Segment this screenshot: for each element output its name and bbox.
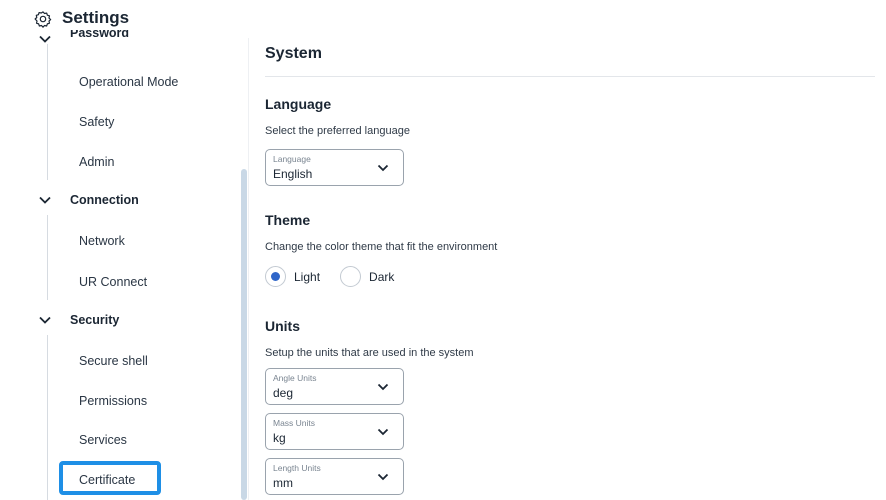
mass-units-value: kg	[273, 431, 286, 445]
sidebar-tree-line	[47, 44, 48, 180]
chevron-down-icon	[377, 473, 389, 481]
length-units-label: Length Units	[273, 463, 321, 473]
chevron-down-icon	[377, 164, 389, 172]
sidebar-group-label: Security	[70, 313, 120, 327]
sidebar-item-certificate[interactable]: Certificate	[59, 461, 161, 495]
system-settings-panel: System Language Select the preferred lan…	[265, 38, 875, 500]
sidebar-item-permissions[interactable]: Permissions	[79, 394, 147, 408]
settings-sidebar: Password Operational Mode Safety Admin C…	[0, 30, 250, 500]
chevron-down-icon	[377, 428, 389, 436]
section-title: System	[265, 45, 322, 62]
theme-dark-label[interactable]: Dark	[369, 270, 394, 284]
panel-divider	[248, 38, 249, 500]
sidebar-item-network[interactable]: Network	[79, 234, 125, 248]
sidebar-item-services[interactable]: Services	[79, 433, 127, 447]
theme-radio-group: Light Dark	[265, 266, 414, 287]
mass-units-select[interactable]: Mass Units kg	[265, 413, 404, 450]
language-heading: Language	[265, 96, 332, 112]
sidebar-tree-line	[47, 215, 48, 300]
theme-light-label[interactable]: Light	[294, 270, 320, 284]
chevron-down-icon	[39, 35, 51, 43]
sidebar-item-secure-shell[interactable]: Secure shell	[79, 354, 148, 368]
angle-units-value: deg	[273, 386, 294, 400]
language-select-label: Language	[273, 154, 311, 164]
language-select-value: English	[273, 167, 313, 181]
sidebar-item-admin[interactable]: Admin	[79, 155, 114, 169]
theme-dark-radio[interactable]	[340, 266, 362, 287]
chevron-down-icon	[39, 316, 51, 324]
sidebar-scrollbar[interactable]	[241, 169, 247, 500]
chevron-down-icon	[39, 196, 51, 204]
units-description: Setup the units that are used in the sys…	[265, 347, 474, 359]
sidebar-item-operational-mode[interactable]: Operational Mode	[79, 75, 178, 89]
sidebar-group-security[interactable]: Security	[38, 313, 119, 327]
page-title: Settings	[62, 8, 130, 27]
angle-units-select[interactable]: Angle Units deg	[265, 368, 404, 405]
theme-heading: Theme	[265, 212, 311, 228]
language-select[interactable]: Language English	[265, 149, 404, 186]
sidebar-group-password[interactable]: Password	[38, 30, 130, 46]
theme-description: Change the color theme that fit the envi…	[265, 241, 498, 253]
length-units-value: mm	[273, 476, 293, 490]
section-divider	[265, 76, 875, 77]
gear-icon	[34, 11, 52, 28]
sidebar-item-safety[interactable]: Safety	[79, 115, 114, 129]
sidebar-item-ur-connect[interactable]: UR Connect	[79, 275, 147, 289]
theme-light-radio[interactable]	[265, 266, 286, 287]
sidebar-tree-line	[47, 335, 48, 500]
angle-units-label: Angle Units	[273, 373, 317, 383]
sidebar-group-connection[interactable]: Connection	[38, 193, 139, 207]
mass-units-label: Mass Units	[273, 418, 316, 428]
language-description: Select the preferred language	[265, 125, 410, 137]
length-units-select[interactable]: Length Units mm	[265, 458, 404, 495]
sidebar-group-label: Password	[70, 30, 130, 40]
sidebar-group-label: Connection	[70, 193, 139, 207]
chevron-down-icon	[377, 383, 389, 391]
units-heading: Units	[265, 318, 300, 334]
